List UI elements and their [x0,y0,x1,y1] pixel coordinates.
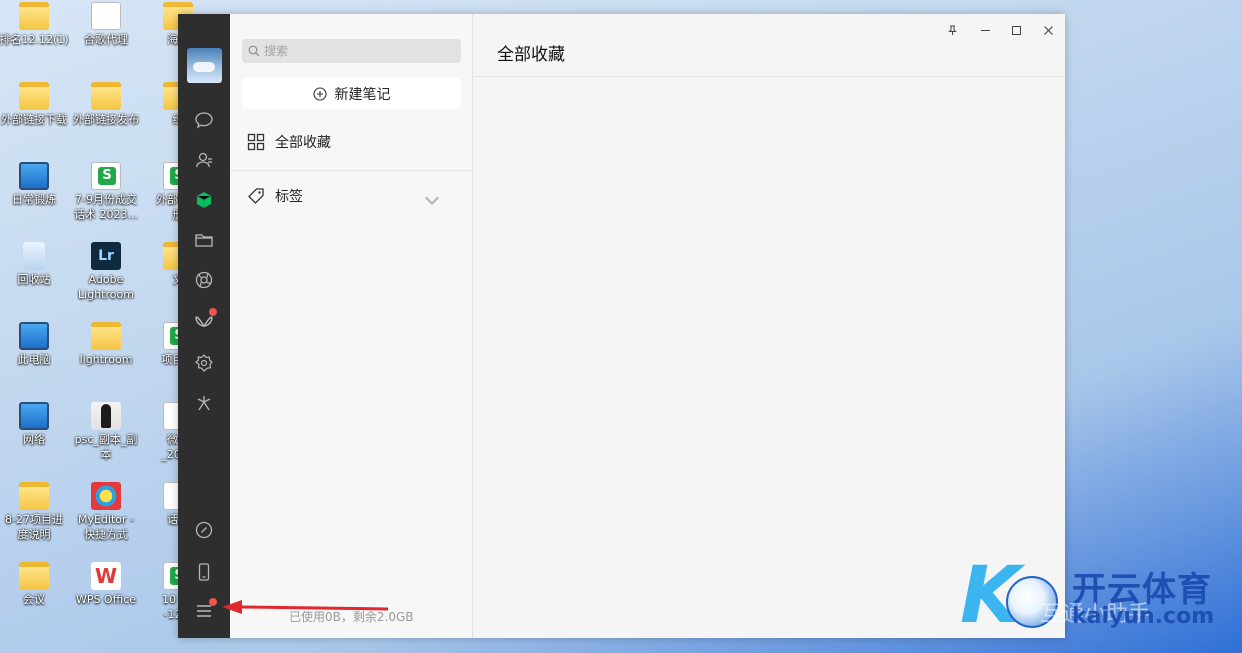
nav-item-tags[interactable]: 标签 [230,176,473,216]
folder-icon [19,562,49,590]
desktop-icon-label: 会议 [23,593,45,606]
menu-badge [209,598,217,606]
doc-icon [91,2,121,30]
monitor-icon [19,162,49,190]
wechat-favorites-window: 新建笔记 全部收藏 标签 已使用0B，剩余2.0GB 全部收藏 [178,14,1065,638]
desktop-icon-label: 8-27项目进 度说明 [5,513,63,541]
search-box[interactable] [242,39,461,63]
my-icon [91,482,121,510]
desktop-icon[interactable]: WPS Office [68,562,144,607]
monitor-icon [19,322,49,350]
desktop-icon-label: psc_副本_副 本 [74,433,138,461]
desktop-icon[interactable]: psc_副本_副 本 [68,402,144,462]
nav-item-label: 全部收藏 [275,135,331,151]
wps-icon [91,562,121,590]
desktop-icon-label: 外部链接发布 [73,113,139,126]
desktop-icon[interactable]: 8-27项目进 度说明 [0,482,72,542]
red-arrow-annotation [222,600,389,614]
search-input[interactable] [264,39,454,63]
grid-icon [247,133,265,151]
desktop-icon[interactable]: 外部链接下载 [0,82,72,127]
desktop-icon[interactable]: 外部链接发布 [68,82,144,127]
desktop-icon[interactable]: 日常锻炼 [0,162,72,207]
title-divider [474,76,1065,77]
desktop-icons: 排名12.12(1)合歌代理海外外部链接下载外部链接发布经日常锻炼7-9月份成交… [0,0,200,653]
pin-button[interactable] [938,18,966,42]
sheet-icon [91,162,121,190]
folder-icon[interactable] [192,228,216,252]
close-button[interactable] [1034,18,1062,42]
plus-circle-icon [312,86,327,101]
desktop-icon-label: Adobe Lightroom [78,273,134,301]
moments-icon[interactable] [192,268,216,292]
desktop-icon-label: WPS Office [75,593,137,606]
desktop-icon[interactable]: 合歌代理 [68,2,144,47]
watermark-logo: K 开云体育 互通小助手 kaiyun.com [960,556,1242,636]
phone-icon[interactable] [192,560,216,584]
search-icon [248,45,260,57]
folder-icon [19,482,49,510]
person-icon [91,402,121,430]
folder-icon [19,82,49,110]
desktop-icon-label: 7-9月份成交 话术 2023... [74,193,138,221]
mini-program-icon[interactable] [192,351,216,375]
pin-icon [947,25,957,35]
new-note-button[interactable]: 新建笔记 [242,78,461,109]
maximize-button[interactable] [1002,18,1030,42]
favorites-icon[interactable] [192,188,216,212]
desktop-icon[interactable]: 7-9月份成交 话术 2023... [68,162,144,222]
search-spark-icon[interactable] [192,391,216,415]
bin-icon [23,242,45,270]
desktop-icon-label: MyEditor - 快捷方式 [77,513,135,541]
desktop-icon-label: 回收站 [17,273,51,286]
minimize-button[interactable] [971,18,999,42]
monitor-icon [19,402,49,430]
new-note-label: 新建笔记 [334,86,391,103]
nav-item-label: 标签 [275,189,303,205]
desktop-icon-label: 网络 [23,433,45,446]
chat-icon[interactable] [192,108,216,132]
desktop-icon[interactable]: 回收站 [0,242,72,287]
desktop-icon[interactable]: 此电脑 [0,322,72,367]
desktop-icon[interactable]: 排名12.12(1) [0,2,72,47]
sidebar-rail [178,14,230,638]
menu-icon[interactable] [192,598,217,623]
link-icon[interactable] [192,518,216,542]
desktop-icon[interactable]: Lr Adobe Lightroom [68,242,144,302]
content-pane: 全部收藏 [474,14,1065,638]
desktop-icon[interactable]: lightroom [68,322,144,367]
desktop-icon-label: lightroom [79,353,133,366]
lr-icon: Lr [91,242,121,270]
divider [230,170,473,171]
minimize-icon [980,29,990,31]
desktop-icon[interactable]: 会议 [0,562,72,607]
desktop-icon-label: 外部链接下载 [1,113,67,126]
desktop-icon[interactable]: 网络 [0,402,72,447]
folder-icon [19,2,49,30]
desktop-icon-label: 日常锻炼 [12,193,56,206]
desktop-icon-label: 排名12.12(1) [0,33,69,46]
maximize-icon [1011,25,1021,35]
channels-badge [209,308,217,316]
avatar[interactable] [187,48,222,83]
nav-item-all-favorites[interactable]: 全部收藏 [230,122,473,162]
chevron-down-icon [424,196,440,206]
desktop-icon[interactable]: MyEditor - 快捷方式 [68,482,144,542]
contacts-icon[interactable] [192,148,216,172]
tag-icon [248,188,264,204]
close-icon [1043,25,1053,35]
desktop-icon-label: 此电脑 [17,353,51,366]
favorites-nav-panel: 新建笔记 全部收藏 标签 已使用0B，剩余2.0GB [230,14,473,638]
folder-icon [91,322,121,350]
channels-icon[interactable] [192,308,217,334]
watermark-brand-en: kaiyun.com [1072,604,1215,629]
page-title: 全部收藏 [497,45,565,65]
folder-icon [91,82,121,110]
desktop-icon-label: 合歌代理 [84,33,128,46]
